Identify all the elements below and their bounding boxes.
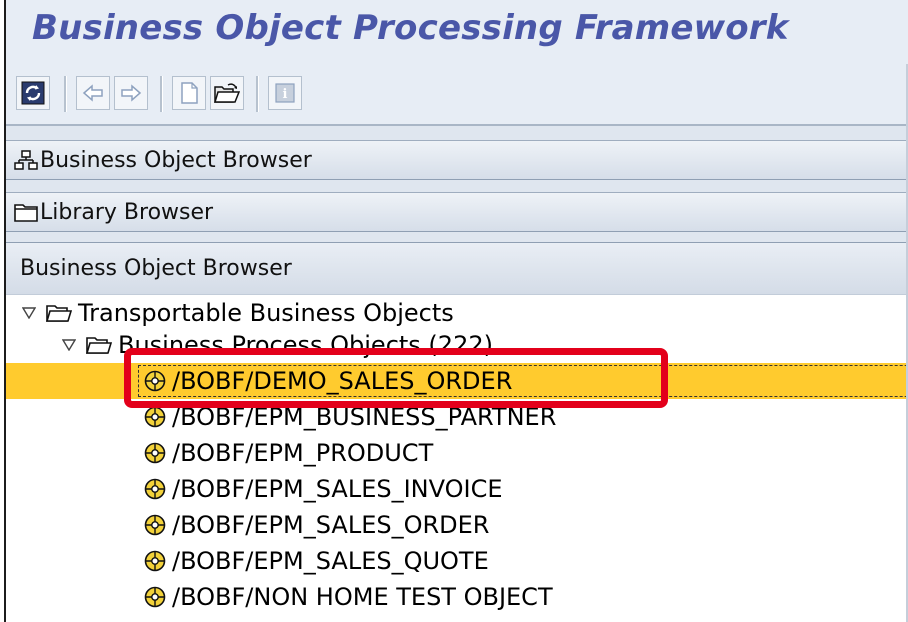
forward-button[interactable] (114, 76, 148, 110)
business-object-browser-label: Business Object Browser (40, 147, 312, 173)
tree-item-label: /BOBF/EPM_SALES_ORDER (172, 511, 490, 539)
open-folder-icon (214, 82, 240, 104)
expand-triangle-icon[interactable] (58, 339, 80, 351)
tree-item-selected[interactable]: /BOBF/DEMO_SALES_ORDER (6, 363, 908, 399)
back-arrow-icon (82, 83, 104, 103)
refresh-button[interactable] (16, 76, 50, 110)
open-button[interactable] (210, 76, 244, 110)
application-window: Business Object Processing Framework i B… (4, 0, 908, 622)
forward-arrow-icon (120, 83, 142, 103)
folder-icon (14, 202, 38, 222)
tree-panel: Business Object Browser Transportable Bu… (6, 242, 908, 622)
new-document-icon (180, 82, 198, 104)
business-object-icon (144, 514, 166, 536)
tree-item-label: /BOBF/EPM_SALES_INVOICE (172, 475, 503, 503)
tree-item[interactable]: /BOBF/EPM_SALES_INVOICE (6, 471, 908, 507)
refresh-icon (21, 81, 45, 105)
business-object-icon (144, 442, 166, 464)
info-icon: i (275, 83, 295, 103)
toolbar-separator (64, 76, 67, 112)
info-button[interactable]: i (268, 76, 302, 110)
library-browser-label: Library Browser (40, 199, 214, 225)
tree-item[interactable]: /BOBF/EPM_BUSINESS_PARTNER (6, 399, 908, 435)
tree-item-label: /BOBF/EPM_BUSINESS_PARTNER (172, 403, 557, 431)
window-title: Business Object Processing Framework (32, 8, 789, 48)
tree-item-label: /BOBF/DEMO_SALES_ORDER (172, 367, 513, 395)
toolbar-separator (256, 76, 259, 112)
business-object-icon (144, 478, 166, 500)
tree-node-root[interactable]: Transportable Business Objects (6, 295, 908, 331)
open-folder-icon (46, 303, 72, 323)
tree-item-label: /BOBF/EPM_SALES_QUOTE (172, 547, 489, 575)
business-object-icon (144, 550, 166, 572)
expand-triangle-icon[interactable] (18, 307, 40, 319)
svg-text:i: i (283, 87, 288, 102)
tree-node-label: Business Process Objects (222) (118, 331, 493, 359)
tree-item[interactable]: /BOBF/EPM_SALES_ORDER (6, 507, 908, 543)
new-document-button[interactable] (172, 76, 206, 110)
business-object-icon (144, 586, 166, 608)
tree-item[interactable]: /BOBF/NON HOME TEST OBJECT (6, 579, 908, 615)
tree-node-group[interactable]: Business Process Objects (222) (6, 327, 908, 363)
tree-item-label: /BOBF/EPM_PRODUCT (172, 439, 434, 467)
business-object-icon (144, 370, 166, 392)
tree-item-label: /BOBF/NON HOME TEST OBJECT (172, 583, 553, 611)
business-object-icon (144, 406, 166, 428)
open-folder-icon (86, 335, 112, 355)
tree-item[interactable]: /BOBF/EPM_PRODUCT (6, 435, 908, 471)
title-bar: Business Object Processing Framework (6, 0, 908, 64)
library-browser-tab[interactable]: Library Browser (6, 192, 908, 232)
hierarchy-icon (14, 149, 38, 171)
toolbar-separator (160, 76, 163, 112)
tree-header: Business Object Browser (6, 243, 908, 295)
back-button[interactable] (76, 76, 110, 110)
tree-node-label: Transportable Business Objects (78, 299, 454, 327)
business-object-browser-tab[interactable]: Business Object Browser (6, 140, 908, 180)
application-toolbar: i (6, 64, 908, 126)
tree-item[interactable]: /BOBF/EPM_SALES_QUOTE (6, 543, 908, 579)
